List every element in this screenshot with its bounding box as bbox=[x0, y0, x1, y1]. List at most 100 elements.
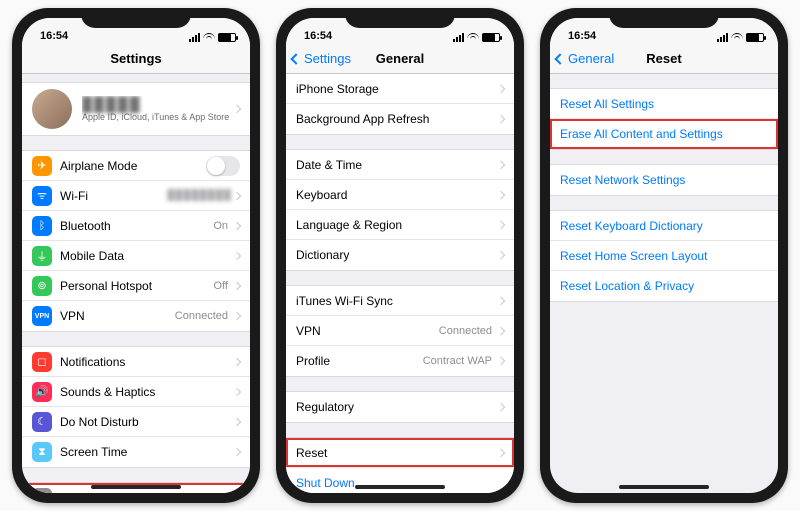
row-airplane-mode[interactable]: ✈ Airplane Mode bbox=[22, 151, 250, 181]
row-label: Dictionary bbox=[296, 248, 496, 262]
row-label: Date & Time bbox=[296, 158, 496, 172]
battery-icon bbox=[482, 33, 500, 42]
row-erase-all-content-and-settings[interactable]: Erase All Content and Settings bbox=[550, 119, 778, 149]
chevron-right-icon bbox=[497, 403, 505, 411]
row-vpn[interactable]: VPNVPNConnected bbox=[22, 301, 250, 331]
status-time: 16:54 bbox=[304, 30, 332, 42]
home-indicator[interactable] bbox=[355, 485, 445, 489]
chevron-right-icon bbox=[497, 84, 505, 92]
navbar: General Reset bbox=[550, 44, 778, 74]
row-reset-location-privacy[interactable]: Reset Location & Privacy bbox=[550, 271, 778, 301]
row-label: Language & Region bbox=[296, 218, 496, 232]
chevron-right-icon bbox=[233, 417, 241, 425]
row-label: VPN bbox=[296, 324, 439, 338]
chevron-right-icon bbox=[233, 357, 241, 365]
chevron-right-icon bbox=[497, 326, 505, 334]
page-title: General bbox=[376, 51, 424, 66]
row-label: Reset Keyboard Dictionary bbox=[560, 219, 768, 233]
bell-icon: ◻ bbox=[32, 352, 52, 372]
row-label: Airplane Mode bbox=[60, 159, 206, 173]
home-indicator[interactable] bbox=[91, 485, 181, 489]
row-value: On bbox=[213, 220, 228, 232]
chevron-right-icon bbox=[497, 296, 505, 304]
page-title: Reset bbox=[646, 51, 681, 66]
row-profile[interactable]: ProfileContract WAP bbox=[286, 346, 514, 376]
row-shut-down[interactable]: Shut Down bbox=[286, 468, 514, 493]
avatar bbox=[32, 89, 72, 129]
row-label: Reset All Settings bbox=[560, 97, 768, 111]
page-title: Settings bbox=[110, 51, 161, 66]
back-button[interactable]: Settings bbox=[292, 51, 351, 66]
reset-list[interactable]: Reset All Settings Erase All Content and … bbox=[550, 74, 778, 493]
row-reset-all-settings[interactable]: Reset All Settings bbox=[550, 89, 778, 119]
row-label: VPN bbox=[60, 309, 175, 323]
row-sounds-haptics[interactable]: 🔊Sounds & Haptics bbox=[22, 377, 250, 407]
general-list[interactable]: iPhone Storage Background App Refresh Dat… bbox=[286, 74, 514, 493]
row-label: Notifications bbox=[60, 355, 232, 369]
gear-icon: ⚙ bbox=[32, 488, 52, 494]
row-value: Contract WAP bbox=[423, 355, 492, 367]
toggle[interactable] bbox=[206, 156, 240, 176]
row-reset-network-settings[interactable]: Reset Network Settings bbox=[550, 165, 778, 195]
row-screen-time[interactable]: ⧗Screen Time bbox=[22, 437, 250, 467]
apple-id-row[interactable]: █████ Apple ID, iCloud, iTunes & App Sto… bbox=[22, 83, 250, 135]
row-label: Erase All Content and Settings bbox=[560, 127, 768, 141]
row-label: Reset Location & Privacy bbox=[560, 279, 768, 293]
battery-icon bbox=[218, 33, 236, 42]
phone-general: 16:54 Settings General iPhone Storage Bac… bbox=[276, 8, 524, 503]
row-bluetooth[interactable]: ᛒBluetoothOn bbox=[22, 211, 250, 241]
airplane-icon: ✈ bbox=[32, 156, 52, 176]
row-background-app-refresh[interactable]: Background App Refresh bbox=[286, 104, 514, 134]
status-time: 16:54 bbox=[40, 30, 68, 42]
row-value: Off bbox=[214, 280, 228, 292]
cellular-icon: ⏚ bbox=[32, 246, 52, 266]
settings-list[interactable]: █████ Apple ID, iCloud, iTunes & App Sto… bbox=[22, 74, 250, 493]
row-itunes-wi-fi-sync[interactable]: iTunes Wi-Fi Sync bbox=[286, 286, 514, 316]
row-label: Mobile Data bbox=[60, 249, 232, 263]
phone-reset: 16:54 General Reset Reset All SettingsEr… bbox=[540, 8, 788, 503]
notch bbox=[609, 8, 719, 28]
row-iphone-storage[interactable]: iPhone Storage bbox=[286, 74, 514, 104]
chevron-right-icon bbox=[497, 251, 505, 259]
row-dictionary[interactable]: Dictionary bbox=[286, 240, 514, 270]
row-label: Keyboard bbox=[296, 188, 496, 202]
row-date-time[interactable]: Date & Time bbox=[286, 150, 514, 180]
row-regulatory[interactable]: Regulatory bbox=[286, 392, 514, 422]
chevron-right-icon bbox=[233, 448, 241, 456]
back-label: Settings bbox=[304, 51, 351, 66]
chevron-right-icon bbox=[233, 221, 241, 229]
chevron-right-icon bbox=[497, 190, 505, 198]
row-notifications[interactable]: ◻ Notifications bbox=[22, 347, 250, 377]
row-reset[interactable]: Reset bbox=[286, 438, 514, 468]
chevron-right-icon bbox=[497, 448, 505, 456]
vpn-icon: VPN bbox=[32, 306, 52, 326]
row-do-not-disturb[interactable]: ☾Do Not Disturb bbox=[22, 407, 250, 437]
signal-icon bbox=[717, 33, 728, 42]
chevron-left-icon bbox=[290, 53, 301, 64]
moon-icon: ☾ bbox=[32, 412, 52, 432]
home-indicator[interactable] bbox=[619, 485, 709, 489]
row-reset-keyboard-dictionary[interactable]: Reset Keyboard Dictionary bbox=[550, 211, 778, 241]
row-wi-fi[interactable]: ᯤWi-Fi████████ bbox=[22, 181, 250, 211]
chevron-right-icon bbox=[233, 251, 241, 259]
row-language-region[interactable]: Language & Region bbox=[286, 210, 514, 240]
profile-name: █████ bbox=[82, 96, 232, 112]
row-label: Bluetooth bbox=[60, 219, 213, 233]
row-vpn[interactable]: VPNConnected bbox=[286, 316, 514, 346]
wifi-status-icon bbox=[467, 33, 479, 42]
row-keyboard[interactable]: Keyboard bbox=[286, 180, 514, 210]
back-button[interactable]: General bbox=[556, 51, 614, 66]
notch bbox=[81, 8, 191, 28]
battery-icon bbox=[746, 33, 764, 42]
row-mobile-data[interactable]: ⏚ Mobile Data bbox=[22, 241, 250, 271]
hourglass-icon: ⧗ bbox=[32, 442, 52, 462]
chevron-right-icon bbox=[233, 281, 241, 289]
row-label: iTunes Wi-Fi Sync bbox=[296, 294, 496, 308]
row-personal-hotspot[interactable]: ⊚Personal HotspotOff bbox=[22, 271, 250, 301]
row-reset-home-screen-layout[interactable]: Reset Home Screen Layout bbox=[550, 241, 778, 271]
chevron-right-icon bbox=[497, 160, 505, 168]
row-label: Background App Refresh bbox=[296, 112, 496, 126]
wifi-status-icon bbox=[731, 33, 743, 42]
row-label: Sounds & Haptics bbox=[60, 385, 232, 399]
wifi-status-icon bbox=[203, 33, 215, 42]
